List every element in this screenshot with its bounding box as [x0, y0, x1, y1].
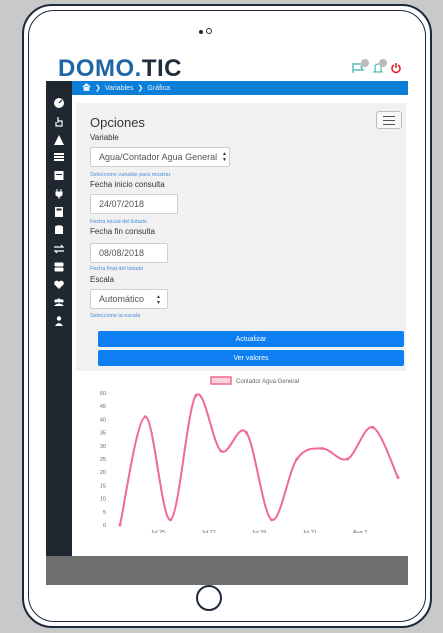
- data-point[interactable]: [320, 446, 324, 450]
- plug-icon[interactable]: [51, 188, 67, 200]
- list-icon[interactable]: [51, 151, 67, 163]
- y-tick-label: 25: [100, 457, 106, 463]
- view-values-button[interactable]: Ver valores: [98, 350, 404, 366]
- y-tick-label: 15: [100, 483, 106, 489]
- breadcrumb-item-grafica: Gráfica: [147, 84, 170, 92]
- users-icon[interactable]: [51, 297, 67, 309]
- x-tick-label: Jul 25: [151, 530, 166, 533]
- data-point[interactable]: [396, 475, 400, 479]
- scale-hint: Seleccione la escala: [90, 313, 141, 319]
- start-date-input[interactable]: 24/07/2018: [90, 194, 178, 214]
- x-tick-label: Jul 29: [252, 530, 267, 533]
- hand-pointer-icon[interactable]: [51, 116, 67, 128]
- data-point[interactable]: [143, 415, 147, 419]
- dashboard-icon[interactable]: [51, 97, 67, 109]
- scale-select[interactable]: Automático ▲ ▼: [90, 289, 168, 309]
- warning-icon[interactable]: [51, 134, 67, 146]
- select-arrows-icon: ▲ ▼: [156, 294, 161, 306]
- calendar-icon[interactable]: [51, 169, 67, 181]
- home-icon[interactable]: [82, 82, 91, 93]
- y-tick-label: 30: [100, 444, 106, 450]
- legend-label[interactable]: Contador Agua General: [236, 379, 299, 385]
- exchange-icon[interactable]: [51, 243, 67, 255]
- x-tick-label: Aug 2: [353, 530, 367, 533]
- data-point[interactable]: [345, 457, 349, 461]
- x-tick-label: Jul 31: [302, 530, 317, 533]
- data-point[interactable]: [244, 431, 248, 435]
- line-chart: Contador Agua General 0 5 10 15 20 25 30 35 40 45 5…: [100, 376, 400, 533]
- data-point[interactable]: [169, 518, 173, 522]
- start-date-hint: Fecha inicial del listado: [90, 219, 147, 225]
- y-tick-label: 5: [103, 510, 106, 516]
- end-date-hint: Fecha final del listado: [90, 266, 144, 272]
- power-icon[interactable]: [390, 62, 402, 74]
- breadcrumb: ❯ Variables ❯ Gráfica: [72, 81, 408, 95]
- data-point[interactable]: [118, 523, 122, 527]
- select-arrows-icon: ▲ ▼: [222, 151, 227, 163]
- start-date-label: Fecha inicio consulta: [90, 180, 165, 189]
- legend-swatch[interactable]: [210, 376, 232, 385]
- database-icon[interactable]: [51, 224, 67, 236]
- heart-icon[interactable]: [51, 279, 67, 291]
- breadcrumb-item-variables[interactable]: Variables: [105, 85, 134, 92]
- variable-select-value: Agua/Contador Agua General: [99, 152, 218, 162]
- server-icon[interactable]: [51, 261, 67, 273]
- chevron-right-icon: ❯: [95, 85, 101, 92]
- user-icon[interactable]: [51, 315, 67, 327]
- app-screen: DOMO.TIC ❯ Variables ❯ Gráfica Opciones …: [46, 53, 408, 585]
- bell-icon[interactable]: [372, 59, 387, 74]
- variable-label: Variable: [90, 133, 119, 142]
- header-icons: [352, 58, 402, 78]
- y-tick-label: 0: [103, 523, 106, 529]
- scale-label: Escala: [90, 275, 115, 284]
- end-date-input[interactable]: 08/08/2018: [90, 243, 168, 263]
- series-line[interactable]: [119, 393, 399, 526]
- app-logo[interactable]: DOMO.TIC: [58, 55, 182, 83]
- y-tick-label: 40: [100, 417, 106, 423]
- sidebar: [46, 81, 72, 556]
- update-button[interactable]: Actualizar: [98, 331, 404, 347]
- chevron-right-icon: ❯: [137, 85, 144, 92]
- flag-icon[interactable]: [352, 59, 369, 74]
- y-tick-label: 10: [100, 497, 106, 503]
- data-point[interactable]: [371, 425, 375, 429]
- end-date-label: Fecha fin consulta: [90, 227, 155, 236]
- home-button[interactable]: [196, 585, 222, 611]
- y-tick-label: 35: [100, 431, 106, 437]
- y-tick-label: 45: [100, 404, 106, 410]
- data-point[interactable]: [194, 394, 198, 398]
- panel-title: Opciones: [90, 115, 145, 130]
- variable-hint: Seleccione variable para mostrar: [90, 172, 171, 178]
- data-point[interactable]: [295, 457, 299, 461]
- menu-button[interactable]: [376, 111, 402, 129]
- bottom-bar: [46, 556, 408, 585]
- camera-icon: [199, 28, 213, 36]
- data-point[interactable]: [219, 449, 223, 453]
- y-tick-label: 20: [100, 470, 106, 476]
- calculator-icon[interactable]: [51, 206, 67, 218]
- scale-select-value: Automático: [99, 294, 145, 304]
- x-tick-label: Jul 27: [201, 530, 216, 533]
- variable-select[interactable]: Agua/Contador Agua General ▲ ▼: [90, 147, 230, 167]
- y-tick-label: 50: [100, 391, 106, 397]
- data-point[interactable]: [270, 518, 274, 522]
